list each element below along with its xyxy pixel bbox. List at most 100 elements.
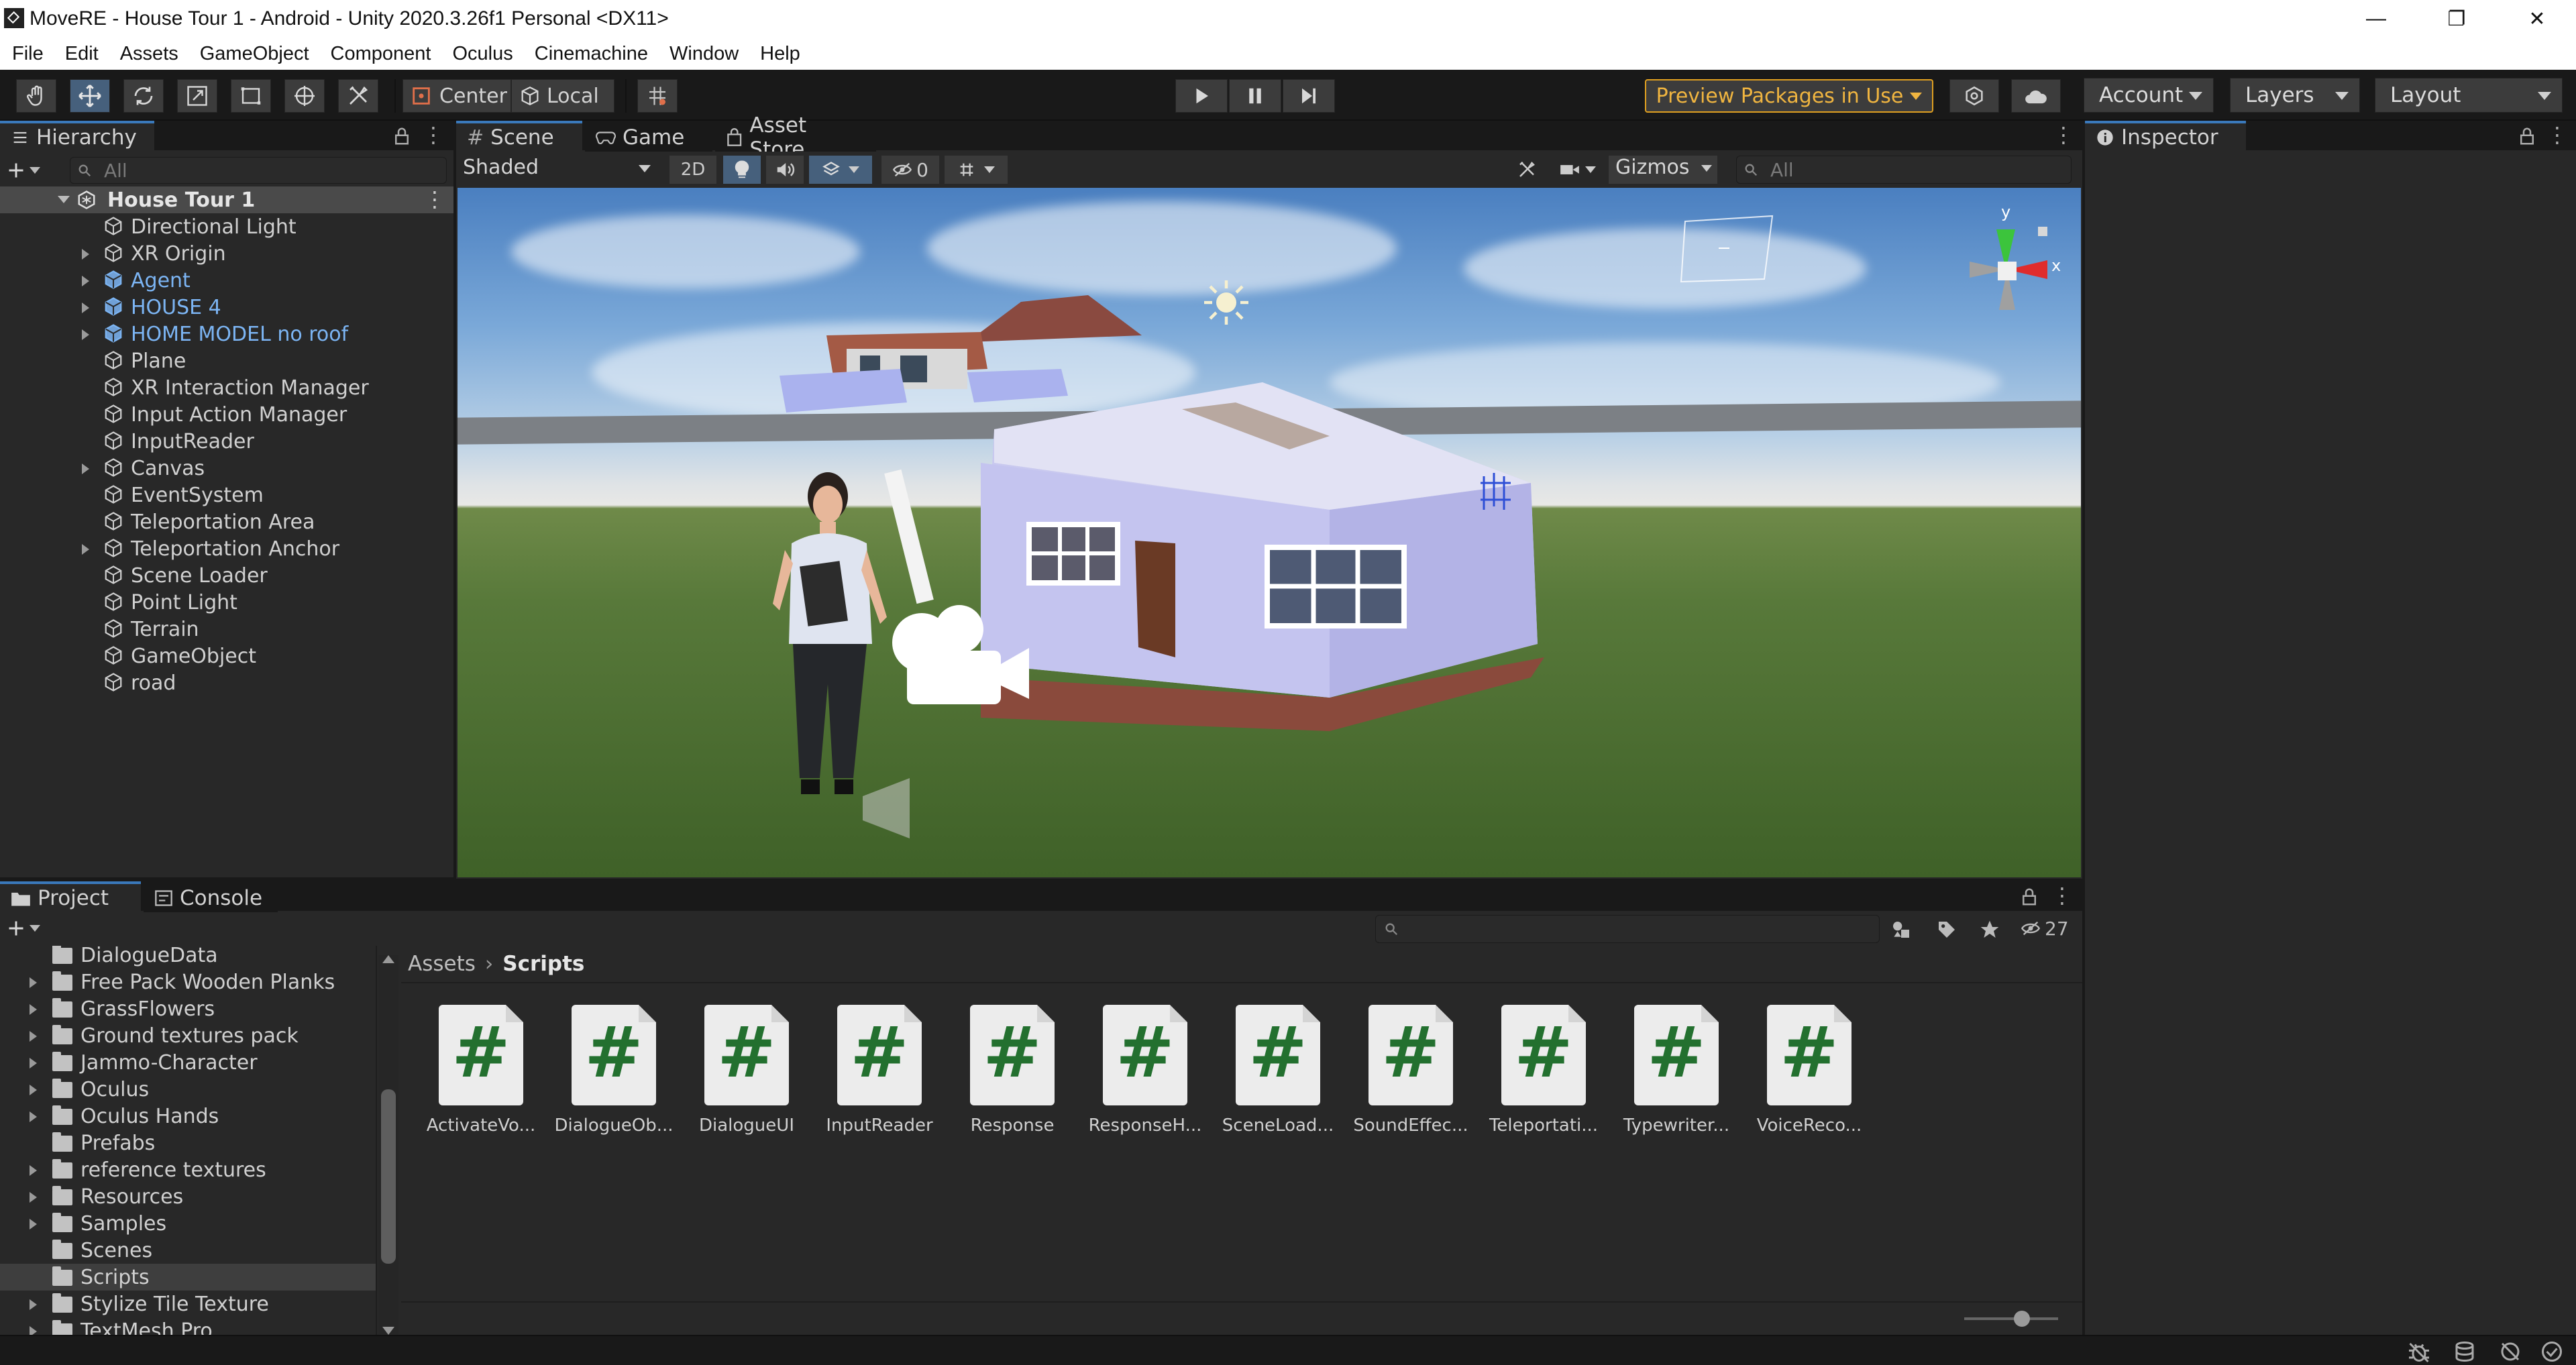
favorite-star-icon[interactable] bbox=[1979, 919, 2000, 940]
script-asset[interactable]: # InputReader bbox=[816, 1005, 933, 1139]
camera-dropdown[interactable] bbox=[1551, 156, 1605, 184]
scroll-up-arrow-icon[interactable] bbox=[382, 955, 394, 963]
scene-menu-icon[interactable]: ⋮ bbox=[424, 186, 445, 212]
hierarchy-item[interactable]: EventSystem bbox=[0, 482, 453, 508]
tab-asset-store[interactable]: Asset Store bbox=[715, 113, 876, 162]
script-asset[interactable]: # Teleportati... bbox=[1480, 1005, 1598, 1139]
expand-arrow-icon[interactable] bbox=[82, 249, 89, 260]
tools-icon[interactable] bbox=[1508, 156, 1546, 184]
folder-item[interactable]: Resources bbox=[0, 1183, 376, 1210]
folder-item[interactable]: Prefabs bbox=[0, 1130, 376, 1156]
debug-bug-icon[interactable] bbox=[2407, 1340, 2431, 1363]
more-options-icon[interactable]: ⋮ bbox=[2051, 885, 2073, 908]
breadcrumb-assets[interactable]: Assets bbox=[408, 952, 476, 976]
project-search-input[interactable] bbox=[1375, 915, 1880, 943]
scene-search-input[interactable]: All bbox=[1736, 156, 2072, 184]
hidden-packages-toggle[interactable]: 27 bbox=[2021, 916, 2077, 940]
create-dropdown[interactable] bbox=[7, 158, 54, 182]
expand-arrow-icon[interactable] bbox=[30, 1326, 37, 1335]
folder-tree-scrollbar[interactable] bbox=[378, 955, 398, 1335]
effects-dropdown[interactable] bbox=[809, 156, 872, 184]
hierarchy-item[interactable]: HOME MODEL no roof bbox=[0, 321, 453, 347]
script-asset[interactable]: # DialogueOb... bbox=[550, 1005, 674, 1139]
expand-arrow-icon[interactable] bbox=[30, 977, 37, 988]
hierarchy-item[interactable]: Scene Loader bbox=[0, 562, 453, 589]
folder-item[interactable]: reference textures bbox=[0, 1156, 376, 1183]
folder-item[interactable]: Oculus Hands bbox=[0, 1103, 376, 1130]
pause-button[interactable] bbox=[1229, 79, 1281, 113]
folder-item[interactable]: Samples bbox=[0, 1210, 376, 1237]
lock-icon[interactable] bbox=[2021, 887, 2038, 907]
tab-scene[interactable]: # Scene bbox=[456, 121, 582, 152]
hierarchy-item[interactable]: Teleportation Area bbox=[0, 508, 453, 535]
script-asset[interactable]: # Response bbox=[949, 1005, 1063, 1139]
tab-game[interactable]: Game bbox=[585, 121, 712, 152]
scale-tool-icon[interactable] bbox=[177, 79, 217, 113]
folder-item[interactable]: TextMesh Pro bbox=[0, 1317, 376, 1335]
account-dropdown[interactable]: Account bbox=[2084, 78, 2214, 113]
search-by-type-icon[interactable] bbox=[1890, 919, 1912, 940]
hierarchy-item[interactable]: Input Action Manager bbox=[0, 401, 453, 428]
check-circle-icon[interactable] bbox=[2540, 1340, 2564, 1363]
script-asset[interactable]: # ResponseH... bbox=[1081, 1005, 1201, 1139]
orientation-gizmo[interactable]: y x bbox=[1940, 203, 2074, 330]
cloud-icon[interactable] bbox=[2011, 79, 2061, 113]
pivot-space-button[interactable]: Local bbox=[511, 79, 614, 113]
menu-window[interactable]: Window bbox=[657, 43, 748, 65]
move-tool-icon[interactable] bbox=[70, 79, 110, 113]
expand-arrow-icon[interactable] bbox=[82, 544, 89, 555]
expand-arrow-icon[interactable] bbox=[30, 1058, 37, 1069]
scrollbar-thumb[interactable] bbox=[381, 1089, 396, 1264]
breadcrumb-scripts[interactable]: Scripts bbox=[502, 952, 584, 976]
lock-icon[interactable] bbox=[2518, 126, 2536, 146]
pivot-center-button[interactable]: Center bbox=[402, 79, 511, 113]
zoom-slider-handle[interactable] bbox=[2014, 1311, 2030, 1327]
close-button[interactable]: ✕ bbox=[2500, 0, 2574, 38]
menu-gameobject[interactable]: GameObject bbox=[188, 43, 319, 65]
expand-arrow-icon[interactable] bbox=[30, 1192, 37, 1203]
hierarchy-item[interactable]: Agent bbox=[0, 267, 453, 294]
center-cube[interactable] bbox=[1998, 262, 2017, 280]
hierarchy-item[interactable]: HOUSE 4 bbox=[0, 294, 453, 321]
folder-item[interactable]: Scripts bbox=[0, 1264, 376, 1291]
more-options-icon[interactable]: ⋮ bbox=[423, 124, 444, 148]
more-options-icon[interactable]: ⋮ bbox=[2053, 124, 2074, 148]
layout-dropdown[interactable]: Layout bbox=[2375, 78, 2563, 113]
hand-tool-icon[interactable] bbox=[16, 79, 56, 113]
rect-tool-icon[interactable] bbox=[231, 79, 271, 113]
expand-arrow-icon[interactable] bbox=[30, 1165, 37, 1176]
layers-dropdown[interactable]: Layers bbox=[2230, 78, 2360, 113]
2d-toggle-button[interactable]: 2D bbox=[669, 156, 716, 184]
hierarchy-item[interactable]: XR Origin bbox=[0, 240, 453, 267]
preview-packages-button[interactable]: Preview Packages in Use bbox=[1645, 79, 1933, 113]
folder-item[interactable]: Free Pack Wooden Planks bbox=[0, 969, 376, 995]
hierarchy-item[interactable]: Terrain bbox=[0, 616, 453, 643]
scene-viewport[interactable]: y x bbox=[458, 188, 2081, 877]
restore-button[interactable]: ❐ bbox=[2420, 0, 2493, 38]
expand-arrow-icon[interactable] bbox=[82, 276, 89, 286]
custom-tool-icon[interactable] bbox=[338, 79, 378, 113]
zoom-slider-track[interactable] bbox=[1964, 1317, 2058, 1320]
lighting-toggle-icon[interactable] bbox=[723, 156, 761, 184]
shading-mode-dropdown[interactable]: Shaded bbox=[463, 156, 657, 184]
script-asset[interactable]: # VoiceReco... bbox=[1746, 1005, 1862, 1139]
hierarchy-item[interactable]: Directional Light bbox=[0, 213, 453, 240]
expand-arrow-icon[interactable] bbox=[30, 1085, 37, 1095]
gizmos-dropdown[interactable]: Gizmos bbox=[1609, 156, 1717, 184]
hierarchy-item[interactable]: Point Light bbox=[0, 589, 453, 616]
script-asset[interactable]: # SoundEffec... bbox=[1347, 1005, 1468, 1139]
folder-item[interactable]: Oculus bbox=[0, 1076, 376, 1103]
tab-project[interactable]: Project bbox=[0, 881, 141, 912]
menu-cinemachine[interactable]: Cinemachine bbox=[523, 43, 657, 65]
folder-item[interactable]: Scenes bbox=[0, 1237, 376, 1264]
hierarchy-item[interactable]: road bbox=[0, 669, 453, 696]
hidden-objects-toggle[interactable]: 0 bbox=[881, 156, 939, 184]
tab-hierarchy[interactable]: Hierarchy bbox=[0, 121, 154, 152]
tab-console[interactable]: Console bbox=[144, 881, 278, 912]
expand-arrow-icon[interactable] bbox=[82, 329, 89, 340]
scroll-down-arrow-icon[interactable] bbox=[382, 1327, 394, 1335]
menu-assets[interactable]: Assets bbox=[108, 43, 188, 65]
expand-arrow-icon[interactable] bbox=[30, 1219, 37, 1230]
rotate-tool-icon[interactable] bbox=[123, 79, 164, 113]
expand-arrow-icon[interactable] bbox=[30, 1111, 37, 1122]
